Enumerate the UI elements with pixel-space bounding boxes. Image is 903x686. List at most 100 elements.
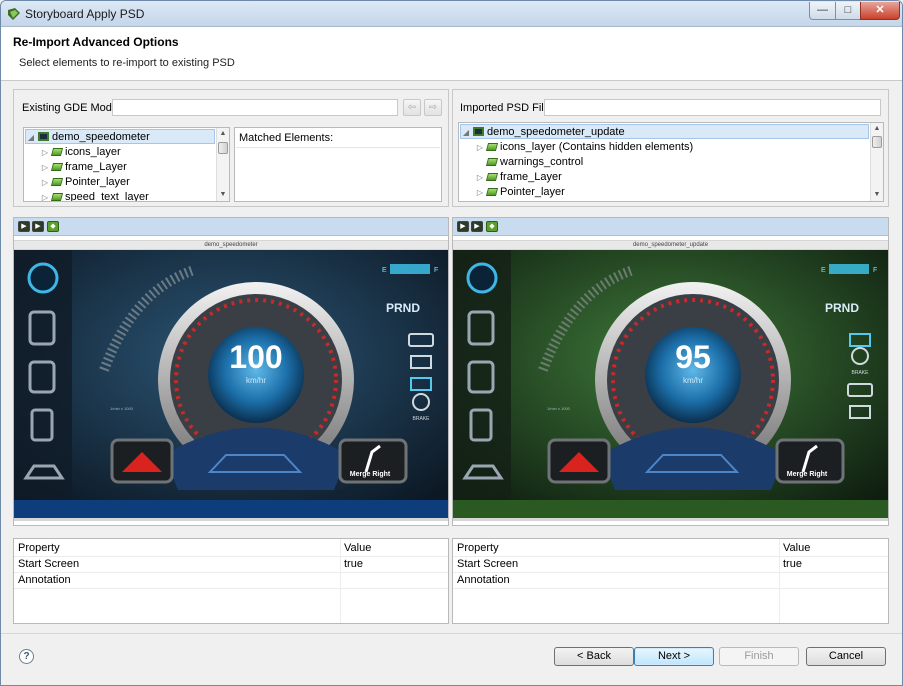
layer-icon <box>50 193 64 201</box>
merge-right-label: Merge Right <box>350 471 391 478</box>
nav-forward-arrow-icon[interactable]: ⇨ <box>424 99 442 116</box>
tree-item[interactable]: ▷ icons_layer (Contains hidden elements) <box>475 140 693 155</box>
speed-unit: km/hr <box>246 376 266 385</box>
existing-model-field[interactable] <box>112 99 398 116</box>
tree-item[interactable]: ▷ icons_layer <box>40 145 121 160</box>
collapse-triangle-icon[interactable]: ▷ <box>40 160 50 175</box>
back-button[interactable]: < Back <box>554 647 634 666</box>
tree-root-item[interactable]: ◢ demo_speedometer_update <box>460 124 869 139</box>
property-value[interactable]: true <box>344 556 363 572</box>
tree-root-item[interactable]: ◢ demo_speedometer <box>25 129 215 144</box>
collapse-triangle-icon[interactable]: ▷ <box>475 185 485 200</box>
value-column-header[interactable]: Value <box>783 540 810 556</box>
collapse-triangle-icon[interactable]: ▷ <box>40 145 50 160</box>
scroll-up-icon[interactable]: ▲ <box>871 123 883 135</box>
title-bar: Storyboard Apply PSD — □ ✕ <box>1 1 902 27</box>
finish-button: Finish <box>719 647 799 666</box>
layer-icon <box>485 188 499 196</box>
gauge-min-label: E <box>382 267 387 274</box>
collapse-triangle-icon[interactable]: ▷ <box>40 175 50 190</box>
table-row[interactable]: Annotation <box>453 572 888 588</box>
scroll-up-icon[interactable]: ▲ <box>217 128 229 140</box>
show-visible-icon[interactable]: ▶ <box>32 221 44 232</box>
close-button[interactable]: ✕ <box>860 2 900 20</box>
imported-psd-preview: ▶ ▶ ◆ demo_speedometer_update 95 km/hr M… <box>452 217 889 526</box>
show-hidden-icon[interactable]: ▶ <box>18 221 30 232</box>
property-value[interactable]: true <box>783 556 802 572</box>
show-hidden-icon[interactable]: ▶ <box>457 221 469 232</box>
help-icon[interactable]: ? <box>19 649 34 664</box>
preview-canvas: demo_speedometer_update 95 km/hr Merge R… <box>453 240 888 521</box>
tree-item[interactable]: ▷ speed_text_layer <box>40 190 149 201</box>
value-column-header[interactable]: Value <box>344 540 371 556</box>
speed-value: 100 <box>229 339 282 375</box>
imported-psd-field[interactable] <box>544 99 881 116</box>
tree-item[interactable]: warnings_control <box>475 155 583 170</box>
preview-toolbar: ▶ ▶ ◆ <box>14 218 448 236</box>
layers-toggle-icon[interactable]: ◆ <box>486 221 498 232</box>
scroll-thumb[interactable] <box>872 136 882 148</box>
table-row[interactable]: Annotation <box>14 572 448 588</box>
maximize-button[interactable]: □ <box>835 2 861 20</box>
imported-psd-tree[interactable]: ◢ demo_speedometer_update ▷ icons_layer (C… <box>458 122 884 202</box>
layer-icon <box>485 143 499 151</box>
screen-icon <box>38 132 49 141</box>
existing-model-preview: ▶ ▶ ◆ demo_speedometer 100 km/hr Merge R… <box>13 217 449 526</box>
table-row[interactable]: Start Screen true <box>14 556 448 572</box>
imported-psd-label: Imported PSD File <box>460 102 550 114</box>
speedometer-left-image: 100 km/hr Merge Right E F PRND BRAKE 1/m… <box>14 250 448 518</box>
brake-label: BRAKE <box>413 416 431 422</box>
tree-item[interactable]: ▷ Pointer_layer <box>40 175 130 190</box>
tree-item[interactable]: ▷ Pointer_layer <box>475 185 565 200</box>
row-divider <box>14 588 448 589</box>
wizard-header: Re-Import Advanced Options Select elemen… <box>1 27 902 81</box>
page-title: Re-Import Advanced Options <box>13 35 179 49</box>
tree-scrollbar[interactable]: ▲ ▼ <box>216 128 229 201</box>
scroll-down-icon[interactable]: ▼ <box>871 189 883 201</box>
matched-elements-list[interactable]: Matched Elements: <box>234 127 442 202</box>
page-subtitle: Select elements to re-import to existing… <box>19 57 235 69</box>
layer-icon <box>50 148 64 156</box>
collapse-triangle-icon[interactable]: ▷ <box>475 170 485 185</box>
layers-toggle-icon[interactable]: ◆ <box>47 221 59 232</box>
collapse-triangle-icon[interactable]: ▷ <box>40 190 50 201</box>
properties-header-row: Property Value <box>453 540 888 556</box>
table-row[interactable]: Start Screen true <box>453 556 888 572</box>
layer-icon <box>50 163 64 171</box>
scroll-thumb[interactable] <box>218 142 228 154</box>
header-divider <box>236 147 440 148</box>
collapse-triangle-icon[interactable]: ▷ <box>475 140 485 155</box>
nav-back-arrow-icon[interactable]: ⇦ <box>403 99 421 116</box>
tree-item[interactable]: ▷ frame_Layer <box>475 170 562 185</box>
cancel-button[interactable]: Cancel <box>806 647 886 666</box>
tree-scrollbar[interactable]: ▲ ▼ <box>870 123 883 201</box>
window-title: Storyboard Apply PSD <box>25 7 145 21</box>
property-column-header[interactable]: Property <box>457 540 499 556</box>
speed-unit: km/hr <box>683 376 703 385</box>
preview-canvas: demo_speedometer 100 km/hr Merge Right E… <box>14 240 448 521</box>
merge-right-label: Merge Right <box>787 471 828 478</box>
imported-psd-group: Imported PSD File ◢ demo_speedometer_upda… <box>452 89 889 207</box>
fuel-gauge-bar <box>390 264 430 274</box>
next-button[interactable]: Next > <box>634 647 714 666</box>
show-visible-icon[interactable]: ▶ <box>471 221 483 232</box>
layer-icon <box>485 158 499 166</box>
layer-icon <box>485 173 499 181</box>
footer-divider <box>1 633 902 634</box>
expand-triangle-icon[interactable]: ◢ <box>461 125 471 140</box>
minimize-button[interactable]: — <box>809 2 836 20</box>
preview-screen-title: demo_speedometer <box>14 241 448 249</box>
gear-indicator: PRND <box>386 301 420 315</box>
gauge-max-label: F <box>434 267 438 274</box>
property-column-header[interactable]: Property <box>18 540 60 556</box>
speedometer-right-image: 95 km/hr Merge Right E F PRND BRAKE 1/mi… <box>453 250 888 518</box>
existing-model-tree[interactable]: ◢ demo_speedometer ▷ icons_layer ▷ frame_La… <box>23 127 230 202</box>
dialog-window: Storyboard Apply PSD — □ ✕ Re-Import Adv… <box>0 0 903 686</box>
row-divider <box>453 588 888 589</box>
scroll-down-icon[interactable]: ▼ <box>217 189 229 201</box>
property-name: Annotation <box>457 574 510 586</box>
tree-item[interactable]: ▷ frame_Layer <box>40 160 127 175</box>
expand-triangle-icon[interactable]: ◢ <box>26 130 36 145</box>
rpm-caption: 1/min x 1000 <box>547 406 571 411</box>
existing-model-group: Existing GDE Model ⇦ ⇨ ◢ demo_speedometer… <box>13 89 449 207</box>
